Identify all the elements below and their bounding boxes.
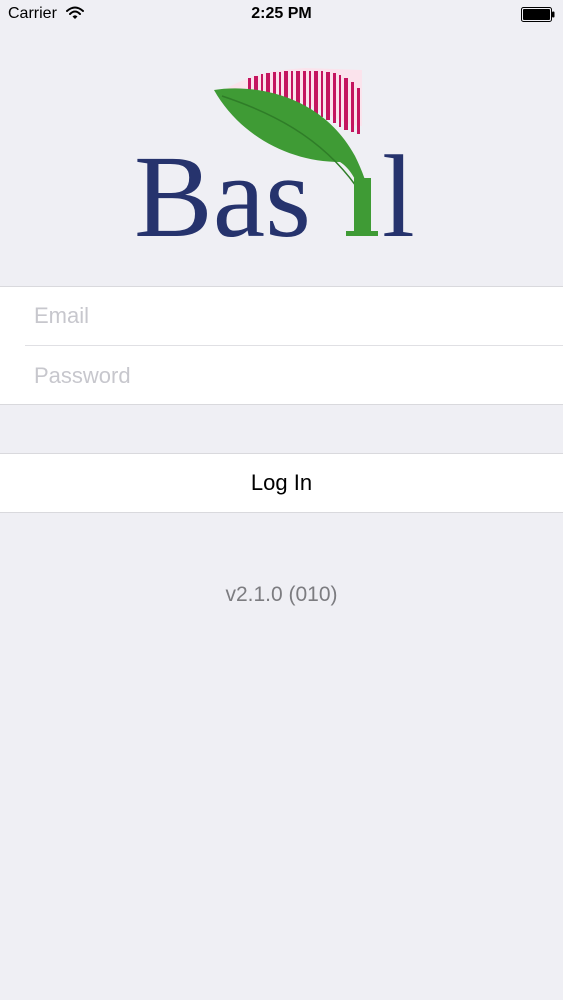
field-divider bbox=[25, 345, 563, 346]
version-label: v2.1.0 (010) bbox=[225, 583, 338, 606]
svg-text:l: l bbox=[382, 131, 415, 246]
login-form bbox=[0, 286, 563, 405]
email-field[interactable] bbox=[25, 287, 563, 345]
status-bar: Carrier 2:25 PM bbox=[0, 0, 563, 30]
basil-logo: Bas l bbox=[134, 68, 415, 246]
status-time: 2:25 PM bbox=[251, 5, 312, 22]
login-button-label: Log In bbox=[250, 470, 313, 495]
battery-icon bbox=[521, 7, 555, 22]
password-field[interactable] bbox=[25, 347, 563, 405]
svg-text:Bas: Bas bbox=[134, 131, 311, 246]
login-button[interactable]: Log In bbox=[0, 453, 563, 513]
